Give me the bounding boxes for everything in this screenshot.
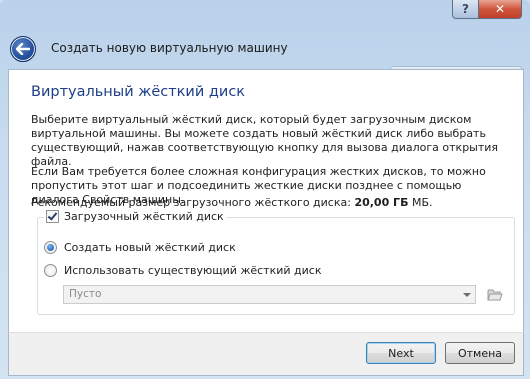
button-bar: Next Отмена [8,332,524,376]
cancel-button[interactable]: Отмена [445,342,515,364]
close-icon: ✕ [494,2,506,16]
window-controls: ? ✕ [452,0,522,19]
help-icon: ? [462,2,469,16]
next-button[interactable]: Next [366,342,436,364]
back-arrow-icon [16,43,30,55]
window-title: Создать новую виртуальную машину [51,41,288,55]
recommended-size-value: 20,00 ГБ [354,196,409,209]
help-button[interactable]: ? [452,0,479,19]
existing-disk-select[interactable]: Пусто [63,285,476,304]
chevron-down-icon [463,293,471,297]
window-frame: ? ✕ Создать новую виртуальную машину Вир… [0,0,530,379]
recommended-size-text: Рекомендуемый размер загрузочного жёстко… [31,196,433,209]
close-button[interactable]: ✕ [479,0,522,19]
description-text: Выберите виртуальный жёсткий диск, котор… [31,113,499,168]
existing-disk-select-value: Пусто [69,288,102,300]
page-title: Виртуальный жёсткий диск [31,84,246,100]
choose-disk-file-button[interactable] [484,285,506,304]
radio-create-new-label: Создать новый жёсткий диск [64,241,236,254]
radio-use-existing[interactable]: Использовать существующий жёсткий диск [44,264,321,277]
boot-disk-label: Загрузочный жёсткий диск [64,210,224,223]
radio-create-new[interactable]: Создать новый жёсткий диск [44,241,236,254]
radio-selected[interactable] [44,241,57,254]
boot-disk-group: Загрузочный жёсткий диск Создать новый ж… [37,210,515,315]
folder-open-icon [487,289,503,300]
wizard-page: Виртуальный жёсткий диск Выберите виртуа… [8,69,524,333]
radio-unselected[interactable] [44,264,57,277]
back-button[interactable] [10,36,36,62]
boot-disk-checkbox[interactable]: Загрузочный жёсткий диск [44,210,227,223]
checkbox-checked[interactable] [46,210,59,223]
radio-use-existing-label: Использовать существующий жёсткий диск [64,264,322,277]
